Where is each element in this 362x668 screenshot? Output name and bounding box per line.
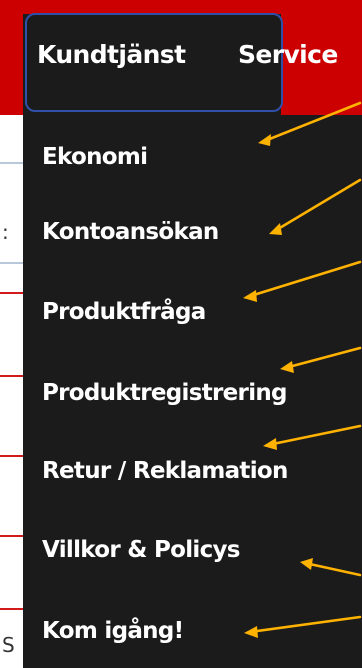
background-page-edge xyxy=(0,115,23,668)
nav-item-service[interactable]: Service xyxy=(238,40,338,69)
menu-item-produktregistrering[interactable]: Produktregistrering xyxy=(42,380,288,406)
background-divider xyxy=(0,262,23,264)
background-divider xyxy=(0,292,23,294)
menu-item-ekonomi[interactable]: Ekonomi xyxy=(42,144,148,170)
menu-item-retur-reklamation[interactable]: Retur / Reklamation xyxy=(42,458,288,484)
menu-item-kontoansokan[interactable]: Kontoansökan xyxy=(42,219,219,245)
background-divider xyxy=(0,375,23,377)
menu-item-kom-igang[interactable]: Kom igång! xyxy=(42,618,184,644)
background-divider xyxy=(0,162,23,164)
background-divider xyxy=(0,535,23,537)
background-divider xyxy=(0,455,23,457)
nav-item-kundtjanst-label: Kundtjänst xyxy=(37,40,186,69)
background-divider xyxy=(0,608,23,610)
menu-item-villkor-policys[interactable]: Villkor & Policys xyxy=(42,537,240,563)
background-text-fragment: S xyxy=(2,633,15,657)
menu-item-produktfraga[interactable]: Produktfråga xyxy=(42,299,206,325)
background-text-fragment: : xyxy=(2,220,9,244)
